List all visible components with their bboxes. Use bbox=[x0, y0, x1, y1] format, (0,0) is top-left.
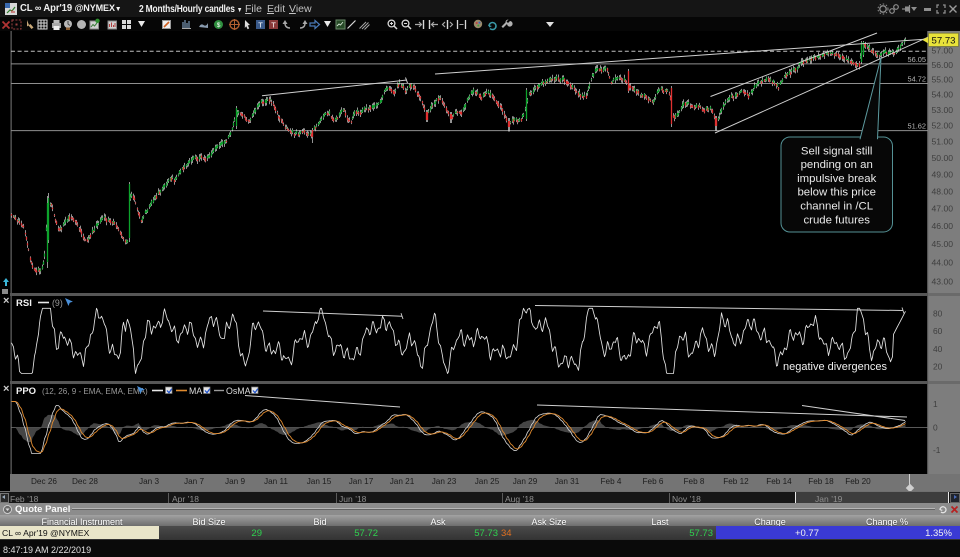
svg-text:MA: MA bbox=[189, 386, 202, 396]
svg-text:43.00: 43.00 bbox=[932, 277, 954, 287]
svg-text:×: × bbox=[3, 295, 9, 307]
svg-text:channel in /CL: channel in /CL bbox=[800, 201, 873, 213]
svg-text:$: $ bbox=[217, 22, 221, 29]
svg-text:Sell signal still: Sell signal still bbox=[801, 145, 873, 157]
svg-text:(12, 26, 9 - EMA, EMA, EMA): (12, 26, 9 - EMA, EMA, EMA) bbox=[42, 387, 148, 396]
svg-text:impulsive break: impulsive break bbox=[797, 173, 876, 185]
svg-text:negative divergences: negative divergences bbox=[783, 361, 887, 373]
svg-text:49.00: 49.00 bbox=[932, 169, 954, 179]
svg-text:60: 60 bbox=[933, 326, 943, 336]
svg-text:46.00: 46.00 bbox=[932, 221, 954, 231]
svg-text:44.00: 44.00 bbox=[932, 258, 954, 268]
svg-text:T: T bbox=[271, 21, 276, 30]
svg-text:-1: -1 bbox=[933, 445, 941, 455]
svg-text:0: 0 bbox=[933, 423, 938, 433]
svg-text:54.00: 54.00 bbox=[932, 90, 954, 100]
svg-text:57.00: 57.00 bbox=[932, 45, 954, 55]
svg-text:48.00: 48.00 bbox=[932, 186, 954, 196]
svg-text:51.00: 51.00 bbox=[932, 137, 954, 147]
svg-text:crude futures: crude futures bbox=[803, 214, 870, 226]
svg-text:RSI: RSI bbox=[16, 298, 32, 309]
svg-text:45.00: 45.00 bbox=[932, 239, 954, 249]
svg-text:×: × bbox=[3, 383, 9, 395]
svg-text:pending on an: pending on an bbox=[801, 159, 873, 171]
svg-text:54.72: 54.72 bbox=[908, 74, 927, 83]
svg-text:47.00: 47.00 bbox=[932, 204, 954, 214]
svg-text:52.00: 52.00 bbox=[932, 121, 954, 131]
svg-text:55.00: 55.00 bbox=[932, 75, 954, 85]
svg-text:56.00: 56.00 bbox=[932, 60, 954, 70]
svg-text:51.62: 51.62 bbox=[908, 122, 927, 131]
svg-text:20: 20 bbox=[933, 362, 943, 372]
svg-text:50.00: 50.00 bbox=[932, 153, 954, 163]
svg-text:T: T bbox=[258, 21, 263, 30]
svg-text:OsMA: OsMA bbox=[226, 386, 251, 396]
svg-text:below this price: below this price bbox=[797, 187, 876, 199]
svg-text:53.00: 53.00 bbox=[932, 105, 954, 115]
svg-text:56.05: 56.05 bbox=[908, 55, 927, 64]
svg-text:80: 80 bbox=[933, 309, 943, 319]
svg-text:(9): (9) bbox=[52, 298, 63, 308]
svg-text:PPO: PPO bbox=[16, 386, 36, 397]
svg-text:1: 1 bbox=[933, 399, 938, 409]
svg-text:40: 40 bbox=[933, 344, 943, 354]
